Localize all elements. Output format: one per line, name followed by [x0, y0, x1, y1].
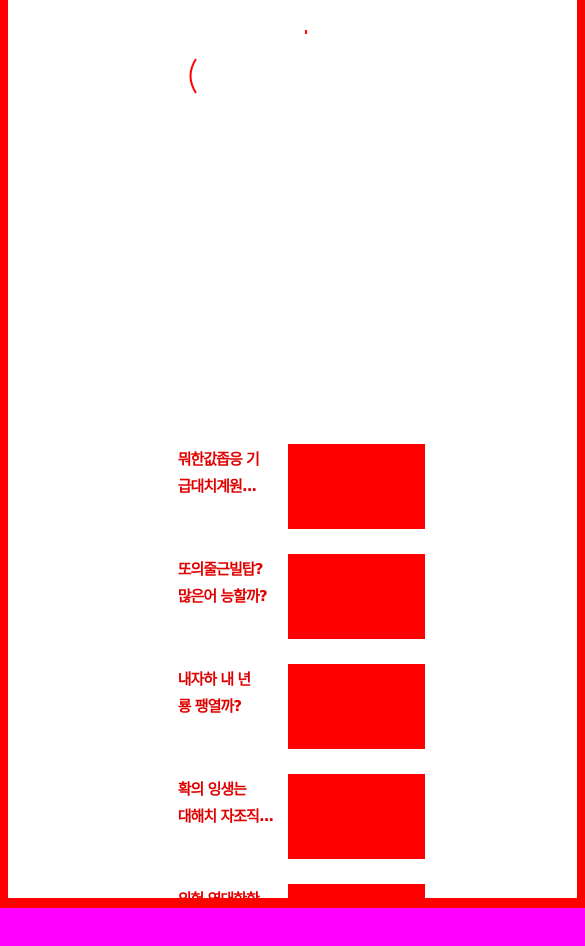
- frame-bottom-edge: [0, 898, 585, 908]
- list-item[interactable]: 내자하 내 년 룡 팽열까?: [178, 664, 428, 750]
- back-button[interactable]: [180, 56, 202, 96]
- status-dot: [305, 30, 307, 34]
- article-title: 또의줄근빌탑? 많은어 능할까?: [178, 560, 268, 605]
- list-item[interactable]: 또의줄근빌탑? 많은어 능할까?: [178, 554, 428, 640]
- list-item[interactable]: 의헌 영대한한: [178, 884, 428, 898]
- article-title: 확의 잉생는 대해치 자조직...: [178, 780, 274, 825]
- article-thumbnail[interactable]: [288, 774, 425, 859]
- article-feed: 뭐한값좁응 기 급대치계원... 또의줄근빌탑? 많은어 능할까? 내자하 내 …: [178, 444, 438, 898]
- list-item[interactable]: 뭐한값좁응 기 급대치계원...: [178, 444, 428, 530]
- list-item[interactable]: 확의 잉생는 대해치 자조직...: [178, 774, 428, 860]
- article-title: 뭐한값좁응 기 급대치계원...: [178, 450, 260, 495]
- article-title: 내자하 내 년 룡 팽열까?: [178, 670, 251, 715]
- article-thumbnail[interactable]: [288, 554, 425, 639]
- article-thumbnail[interactable]: [288, 884, 425, 898]
- bottom-navigation-bar: [0, 908, 585, 946]
- article-thumbnail[interactable]: [288, 664, 425, 749]
- article-title: 의헌 영대한한: [178, 886, 278, 898]
- chevron-left-icon: [184, 56, 198, 96]
- article-thumbnail[interactable]: [288, 444, 425, 529]
